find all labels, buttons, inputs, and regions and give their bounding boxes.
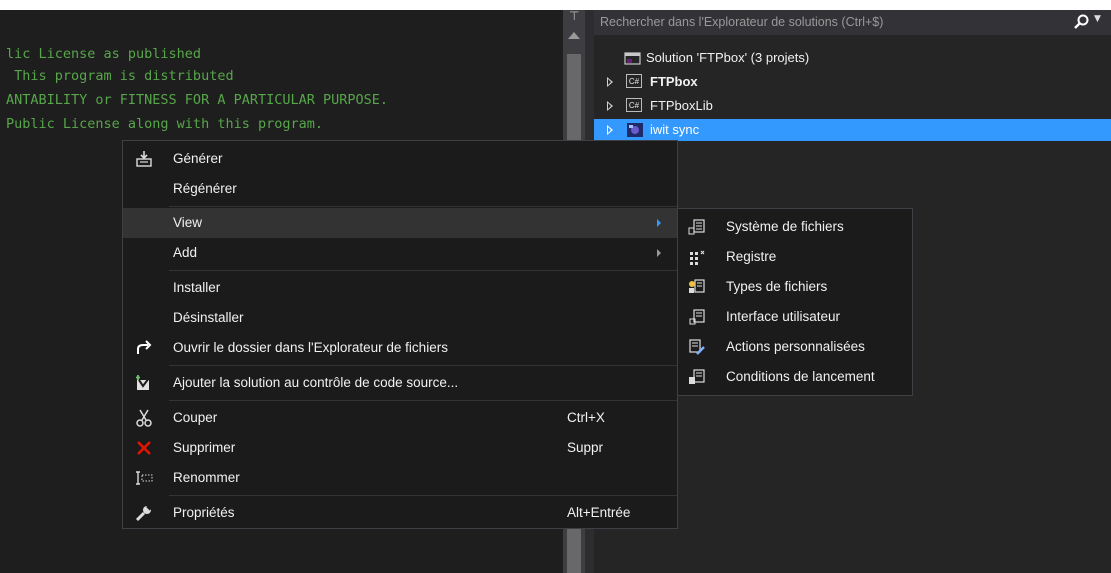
submenu-item-registry[interactable]: Registre	[678, 242, 912, 272]
menu-item-add[interactable]: Add	[123, 238, 677, 268]
solution-search-box[interactable]: Rechercher dans l'Explorateur de solutio…	[594, 10, 1111, 35]
submenu-item-file-system[interactable]: Système de fichiers	[678, 212, 912, 242]
menu-item-label: Générer	[173, 151, 223, 166]
tree-item-project-ftpbox[interactable]: C# FTPbox	[594, 71, 1111, 93]
file-system-icon	[688, 219, 705, 235]
delete-x-icon	[137, 441, 151, 455]
launch-conditions-icon	[689, 369, 705, 384]
submenu-item-label: Système de fichiers	[726, 219, 844, 234]
menu-item-delete[interactable]: Supprimer Suppr	[123, 433, 677, 463]
build-icon	[136, 151, 152, 167]
top-strip	[0, 0, 1111, 10]
csharp-project-icon: C#	[626, 74, 642, 88]
menu-item-open-folder[interactable]: Ouvrir le dossier dans l'Explorateur de …	[123, 333, 677, 363]
submenu-item-label: Actions personnalisées	[726, 339, 865, 354]
submenu-item-label: Types de fichiers	[726, 279, 828, 294]
rename-icon	[136, 471, 153, 485]
menu-separator	[169, 400, 677, 401]
menu-item-add-source-control[interactable]: Ajouter la solution au contrôle de code …	[123, 368, 677, 398]
setup-project-icon	[627, 123, 643, 137]
submenu-item-file-types[interactable]: Types de fichiers	[678, 272, 912, 302]
menu-separator	[169, 495, 677, 496]
tree-item-project-iwit-sync[interactable]: iwit sync	[594, 119, 1111, 141]
menu-item-label: Régénérer	[173, 181, 237, 196]
menu-item-view[interactable]: View	[123, 208, 677, 238]
submenu-item-launch-conditions[interactable]: Conditions de lancement	[678, 362, 912, 392]
wrench-icon	[135, 504, 153, 522]
menu-item-label: Supprimer	[173, 440, 236, 455]
user-interface-icon	[689, 309, 705, 325]
menu-item-properties[interactable]: Propriétés Alt+Entrée	[123, 498, 677, 528]
project-label: iwit sync	[650, 122, 700, 137]
csharp-project-icon: C#	[626, 98, 642, 112]
code-line: Public License along with this program.	[6, 116, 323, 132]
code-line: lic License as published	[6, 46, 202, 62]
split-window-icon[interactable]: ⊤	[569, 10, 579, 22]
menu-item-uninstall[interactable]: Désinstaller	[123, 303, 677, 333]
code-line: ANTABILITY or FITNESS FOR A PARTICULAR P…	[6, 92, 389, 108]
submenu-arrow-icon	[657, 249, 661, 257]
menu-item-label: Add	[173, 245, 198, 260]
menu-separator	[169, 365, 677, 366]
menu-item-shortcut: Ctrl+X	[567, 410, 605, 425]
scissors-icon	[136, 409, 152, 427]
menu-item-rebuild[interactable]: Régénérer	[123, 174, 677, 204]
expand-arrow-icon[interactable]	[607, 101, 613, 111]
menu-item-label: Ajouter la solution au contrôle de code …	[173, 375, 459, 390]
menu-item-label: Installer	[173, 280, 221, 295]
project-label: FTPboxLib	[650, 98, 713, 113]
submenu-item-label: Conditions de lancement	[726, 369, 875, 384]
open-folder-arrow-icon	[137, 340, 152, 354]
custom-actions-icon	[689, 339, 705, 355]
menu-item-build[interactable]: Générer	[123, 144, 677, 174]
menu-item-label: Propriétés	[173, 505, 235, 520]
submenu-item-user-interface[interactable]: Interface utilisateur	[678, 302, 912, 332]
expand-arrow-icon[interactable]	[607, 125, 613, 135]
code-line: This program is distributed	[6, 68, 234, 84]
menu-item-install[interactable]: Installer	[123, 273, 677, 303]
menu-separator	[169, 206, 677, 207]
tree-item-project-ftpboxlib[interactable]: C# FTPboxLib	[594, 95, 1111, 117]
menu-item-label: View	[173, 215, 203, 230]
menu-item-label: Ouvrir le dossier dans l'Explorateur de …	[173, 340, 448, 355]
submenu-arrow-icon	[657, 219, 661, 227]
search-icon[interactable]	[1072, 13, 1092, 31]
menu-item-shortcut: Suppr	[567, 440, 604, 455]
menu-item-label: Couper	[173, 410, 218, 425]
menu-item-label: Désinstaller	[173, 310, 244, 325]
scroll-up-arrow-icon[interactable]	[568, 32, 580, 39]
tree-item-solution[interactable]: Solution 'FTPbox' (3 projets)	[594, 47, 1111, 69]
submenu-item-custom-actions[interactable]: Actions personnalisées	[678, 332, 912, 362]
project-context-menu: Générer Régénérer View Add Installer Dés…	[122, 140, 678, 529]
view-submenu: Système de fichiers Registre Types de fi…	[677, 208, 913, 396]
menu-item-rename[interactable]: Renommer	[123, 463, 677, 493]
project-label: FTPbox	[650, 74, 698, 89]
expand-arrow-icon[interactable]	[607, 77, 613, 87]
menu-item-cut[interactable]: Couper Ctrl+X	[123, 403, 677, 433]
registry-icon	[690, 250, 705, 265]
search-options-dropdown-icon[interactable]: ▼	[1094, 14, 1101, 24]
submenu-item-label: Interface utilisateur	[726, 309, 841, 324]
solution-label: Solution 'FTPbox' (3 projets)	[646, 50, 810, 65]
menu-separator	[169, 270, 677, 271]
file-types-icon	[689, 279, 705, 293]
submenu-item-label: Registre	[726, 249, 777, 264]
search-placeholder: Rechercher dans l'Explorateur de solutio…	[600, 15, 884, 29]
solution-icon	[624, 52, 641, 65]
add-source-control-icon	[136, 375, 150, 390]
menu-item-label: Renommer	[173, 470, 240, 485]
menu-item-shortcut: Alt+Entrée	[567, 505, 631, 520]
